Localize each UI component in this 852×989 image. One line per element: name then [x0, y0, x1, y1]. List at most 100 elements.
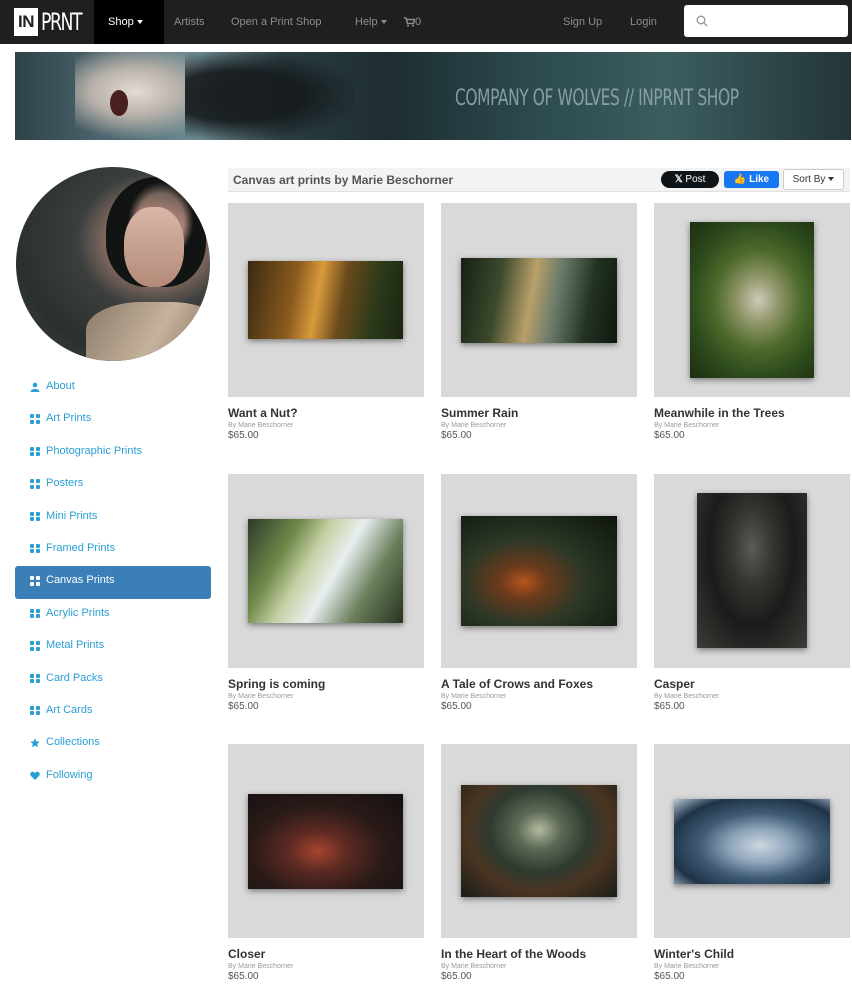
product-artist: By Marie Beschorner	[441, 963, 507, 970]
nav-open-print-shop[interactable]: Open a Print Shop	[231, 0, 322, 44]
product-title[interactable]: A Tale of Crows and Foxes	[441, 677, 593, 691]
product-image-frame[interactable]	[654, 203, 850, 397]
product-card[interactable]: Summer Rain By Marie Beschorner $65.00	[441, 203, 637, 441]
cart-icon	[404, 17, 416, 27]
sidebar-item-label: Following	[46, 768, 93, 781]
sidebar-item-collections[interactable]: Collections	[15, 728, 211, 760]
product-title[interactable]: Closer	[228, 947, 265, 961]
product-image-frame[interactable]	[228, 203, 424, 397]
product-card[interactable]: Spring is coming By Marie Beschorner $65…	[228, 474, 424, 712]
artist-avatar[interactable]	[16, 167, 210, 361]
product-card[interactable]: In the Heart of the Woods By Marie Besch…	[441, 744, 637, 982]
sidebar-item-metal-prints[interactable]: Metal Prints	[15, 631, 211, 663]
page-title: Canvas art prints by Marie Beschorner	[233, 173, 454, 187]
sidebar-item-following[interactable]: Following	[15, 761, 211, 793]
product-price: $65.00	[228, 430, 259, 441]
product-title[interactable]: Want a Nut?	[228, 406, 298, 420]
sidebar-item-photographic-prints[interactable]: Photographic Prints	[15, 437, 211, 469]
nav-login[interactable]: Login	[630, 0, 657, 44]
sidebar-item-art-prints[interactable]: Art Prints	[15, 404, 211, 436]
nav-sign-up[interactable]: Sign Up	[563, 0, 602, 44]
grid-icon	[30, 414, 40, 424]
sidebar-item-canvas-prints[interactable]: Canvas Prints	[15, 566, 211, 599]
nav-shop-dropdown[interactable]: Shop	[108, 0, 143, 44]
chevron-down-icon	[828, 177, 835, 182]
grid-icon	[30, 673, 40, 684]
sidebar-item-mini-prints[interactable]: Mini Prints	[15, 502, 211, 534]
product-image-frame[interactable]	[228, 474, 424, 668]
user-icon	[30, 382, 40, 392]
content-header: Canvas art prints by Marie Beschorner 𝕏 …	[228, 168, 850, 192]
sidebar-item-label: Framed Prints	[46, 541, 116, 554]
sidebar-item-art-cards[interactable]: Art Cards	[15, 696, 211, 728]
product-artist: By Marie Beschorner	[654, 963, 720, 970]
grid-icon	[30, 608, 40, 619]
product-artist: By Marie Beschorner	[654, 693, 720, 700]
grid-icon	[30, 641, 40, 651]
sort-by-dropdown[interactable]: Sort By	[783, 169, 844, 190]
sidebar-item-label: Canvas Prints	[46, 574, 115, 587]
product-card[interactable]: Meanwhile in the Trees By Marie Beschorn…	[654, 203, 850, 441]
product-image-frame[interactable]	[441, 474, 637, 668]
product-card[interactable]: Closer By Marie Beschorner $65.00	[228, 744, 424, 982]
banner-mouth-art	[110, 90, 128, 116]
product-image-frame[interactable]	[654, 744, 850, 938]
sidebar-item-framed-prints[interactable]: Framed Prints	[15, 534, 211, 566]
avatar-scarf	[86, 302, 210, 361]
x-logo-icon: 𝕏	[674, 174, 683, 185]
product-artist: By Marie Beschorner	[441, 693, 507, 700]
grid-icon	[30, 705, 40, 716]
product-title[interactable]: Spring is coming	[228, 677, 325, 691]
product-price: $65.00	[228, 971, 259, 982]
sidebar-item-card-packs[interactable]: Card Packs	[15, 664, 211, 696]
logo-text: PRNT	[41, 8, 83, 36]
nav-cart[interactable]: 0	[404, 0, 421, 44]
sidebar-item-posters[interactable]: Posters	[15, 469, 211, 501]
avatar-face	[124, 207, 184, 287]
product-artist: By Marie Beschorner	[228, 963, 294, 970]
thumbs-up-icon: 👍	[733, 174, 747, 185]
shop-banner: COMPANY OF WOLVES // INPRNT SHOP	[15, 52, 851, 140]
product-artist: By Marie Beschorner	[228, 693, 294, 700]
search-icon	[696, 15, 708, 27]
sort-label: Sort By	[792, 174, 826, 185]
product-card[interactable]: Winter's Child By Marie Beschorner $65.0…	[654, 744, 850, 982]
like-label: Like	[749, 174, 770, 185]
nav-help-dropdown[interactable]: Help	[355, 0, 387, 44]
product-card[interactable]: Want a Nut? By Marie Beschorner $65.00	[228, 203, 424, 441]
product-card[interactable]: Casper By Marie Beschorner $65.00	[654, 474, 850, 712]
product-artist: By Marie Beschorner	[654, 422, 720, 429]
banner-title: COMPANY OF WOLVES // INPRNT SHOP	[455, 86, 739, 111]
product-title[interactable]: Meanwhile in the Trees	[654, 406, 785, 420]
product-card[interactable]: A Tale of Crows and Foxes By Marie Besch…	[441, 474, 637, 712]
product-title[interactable]: In the Heart of the Woods	[441, 947, 586, 961]
product-image-frame[interactable]	[441, 203, 637, 397]
sidebar-item-label: Posters	[46, 477, 84, 490]
product-price: $65.00	[441, 701, 472, 712]
grid-icon	[30, 479, 40, 489]
sidebar-item-about[interactable]: About	[15, 372, 211, 404]
product-image-frame[interactable]	[228, 744, 424, 938]
banner-hair-art	[185, 52, 355, 140]
site-logo[interactable]: IN PRNT	[14, 7, 97, 37]
product-title[interactable]: Winter's Child	[654, 947, 734, 961]
product-artist: By Marie Beschorner	[441, 422, 507, 429]
product-title[interactable]: Casper	[654, 677, 695, 691]
sidebar-item-label: Card Packs	[46, 671, 103, 684]
x-post-button[interactable]: 𝕏 Post	[661, 171, 719, 188]
sidebar-item-label: About	[46, 380, 75, 392]
product-price: $65.00	[654, 971, 685, 982]
nav-artists[interactable]: Artists	[174, 0, 205, 44]
sidebar-item-label: Mini Prints	[46, 509, 98, 522]
product-price: $65.00	[441, 971, 472, 982]
facebook-like-button[interactable]: 👍 Like	[724, 171, 779, 188]
grid-icon	[30, 511, 40, 522]
sidebar-item-acrylic-prints[interactable]: Acrylic Prints	[15, 599, 211, 631]
product-image-frame[interactable]	[654, 474, 850, 668]
sidebar-item-label: Art Prints	[46, 412, 92, 425]
search-input[interactable]	[684, 5, 848, 37]
chevron-down-icon	[136, 20, 143, 25]
product-title[interactable]: Summer Rain	[441, 406, 518, 420]
heart-icon	[30, 771, 40, 780]
product-image-frame[interactable]	[441, 744, 637, 938]
